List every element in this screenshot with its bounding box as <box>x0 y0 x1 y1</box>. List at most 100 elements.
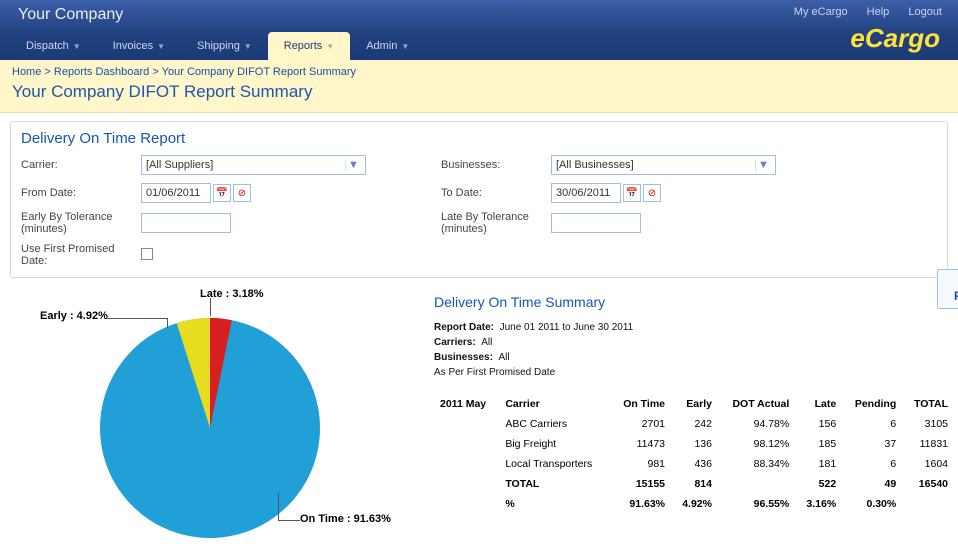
summary-table: 2011 May Carrier On Time Early DOT Actua… <box>434 394 954 514</box>
early-tol-input[interactable] <box>141 213 231 233</box>
company-name: Your Company <box>18 6 123 24</box>
col-ontime: On Time <box>611 394 671 414</box>
cell-carrier: Local Transporters <box>499 454 610 474</box>
cell-ontime: 2701 <box>611 414 671 434</box>
cell-early: 242 <box>671 414 718 434</box>
chevron-down-icon: ▼ <box>157 42 165 51</box>
nav-invoices[interactable]: Invoices▼ <box>97 32 181 60</box>
breadcrumb: Home > Reports Dashboard > Your Company … <box>12 66 946 78</box>
link-my-ecargo[interactable]: My eCargo <box>794 6 848 18</box>
to-date-group: 30/06/2011 📅 ⊘ <box>551 183 791 203</box>
cell-ontime: 981 <box>611 454 671 474</box>
col-late: Late <box>795 394 842 414</box>
cell-early: 136 <box>671 434 718 454</box>
content-area: Late : 3.18% Early : 4.92% On Time : 91.… <box>0 286 958 548</box>
chevron-down-icon: ▼ <box>345 159 361 171</box>
meta-label: Carriers: <box>434 337 476 348</box>
nav-label: Dispatch <box>26 40 69 52</box>
pie-svg <box>10 288 410 548</box>
cell-pending: 6 <box>842 454 902 474</box>
nav-dispatch[interactable]: Dispatch▼ <box>10 32 97 60</box>
link-help[interactable]: Help <box>867 6 890 18</box>
pie-label-early: Early : 4.92% <box>40 310 108 322</box>
clear-icon[interactable]: ⊘ <box>643 184 661 202</box>
summary-panel: Delivery On Time Summary Report Date: Ju… <box>434 288 954 548</box>
crumb-dashboard[interactable]: Reports Dashboard <box>54 66 149 78</box>
chevron-down-icon: ▼ <box>326 42 334 51</box>
cell-pending: 37 <box>842 434 902 454</box>
crumb-sep: > <box>152 66 158 78</box>
cell-total: 1604 <box>902 454 954 474</box>
summary-meta: Report Date: June 01 2011 to June 30 201… <box>434 320 954 380</box>
to-date-input[interactable]: 30/06/2011 <box>551 183 621 203</box>
meta-value: All <box>481 337 492 348</box>
nav-shipping[interactable]: Shipping ▼ <box>181 32 268 60</box>
top-bar: Your Company My eCargo Help Logout Dispa… <box>0 0 958 60</box>
calendar-icon[interactable]: 📅 <box>213 184 231 202</box>
leader-line <box>278 493 279 521</box>
meta-label: Businesses: <box>434 352 493 363</box>
leader-line <box>167 318 168 328</box>
clear-icon[interactable]: ⊘ <box>233 184 251 202</box>
cell-ontime: 91.63% <box>611 494 671 514</box>
cell-carrier: Big Freight <box>499 434 610 454</box>
summary-title: Delivery On Time Summary <box>434 294 954 310</box>
logo-e: e <box>850 23 864 53</box>
col-early: Early <box>671 394 718 414</box>
use-first-label: Use First Promised Date: <box>21 243 141 267</box>
cell-dot: 94.78% <box>718 414 795 434</box>
leader-line <box>106 318 168 319</box>
chevron-down-icon: ▼ <box>401 42 409 51</box>
period-header: 2011 May <box>434 394 499 414</box>
cell-pending: 6 <box>842 414 902 434</box>
early-tol-label: Early By Tolerance (minutes) <box>21 211 141 235</box>
meta-label: Report Date: <box>434 322 494 333</box>
carrier-select[interactable]: [All Suppliers] ▼ <box>141 155 366 175</box>
cell-label: % <box>499 494 610 514</box>
cell-total: 11831 <box>902 434 954 454</box>
cell-label: TOTAL <box>499 474 610 494</box>
calendar-icon[interactable]: 📅 <box>623 184 641 202</box>
link-logout[interactable]: Logout <box>908 6 942 18</box>
cell-late: 522 <box>795 474 842 494</box>
chevron-down-icon: ▼ <box>244 42 252 51</box>
cell-early: 436 <box>671 454 718 474</box>
panel-title: Delivery On Time Report <box>21 130 937 147</box>
crumb-sep: > <box>44 66 50 78</box>
nav-label: Admin <box>366 40 397 52</box>
cell-total <box>902 494 954 514</box>
pie-label-ontime: On Time : 91.63% <box>300 513 391 525</box>
cell-early: 814 <box>671 474 718 494</box>
filter-panel: Delivery On Time Report Carrier: [All Su… <box>10 121 948 278</box>
breadcrumb-bar: Home > Reports Dashboard > Your Company … <box>0 60 958 113</box>
nav-admin[interactable]: Admin ▼ <box>350 32 425 60</box>
pie-chart: Late : 3.18% Early : 4.92% On Time : 91.… <box>10 288 410 548</box>
table-header-row: 2011 May Carrier On Time Early DOT Actua… <box>434 394 954 414</box>
table-total-row: TOTAL 15155 814 522 49 16540 <box>434 474 954 494</box>
from-date-input[interactable]: 01/06/2011 <box>141 183 211 203</box>
leader-line <box>278 520 300 521</box>
col-carrier: Carrier <box>499 394 610 414</box>
ecargo-logo: eCargo <box>850 23 940 54</box>
cell-late: 181 <box>795 454 842 474</box>
cell-dot: 88.34% <box>718 454 795 474</box>
use-first-checkbox[interactable] <box>141 248 153 260</box>
carrier-label: Carrier: <box>21 159 141 171</box>
nav-reports[interactable]: Reports▼ <box>268 32 350 60</box>
business-label: Businesses: <box>441 159 551 171</box>
crumb-home[interactable]: Home <box>12 66 41 78</box>
business-select[interactable]: [All Businesses] ▼ <box>551 155 776 175</box>
nav-label: Shipping <box>197 40 240 52</box>
crumb-current[interactable]: Your Company DIFOT Report Summary <box>162 66 356 78</box>
top-links: My eCargo Help Logout <box>778 6 942 18</box>
col-pending: Pending <box>842 394 902 414</box>
to-date-label: To Date: <box>441 187 551 199</box>
meta-value: All <box>498 352 509 363</box>
to-date-value: 30/06/2011 <box>556 187 610 199</box>
chevron-down-icon: ▼ <box>755 159 771 171</box>
late-tol-input[interactable] <box>551 213 641 233</box>
from-date-value: 01/06/2011 <box>146 187 200 199</box>
cell-early: 4.92% <box>671 494 718 514</box>
view-report-button[interactable]: View Report <box>937 269 958 309</box>
page-title: Your Company DIFOT Report Summary <box>12 82 946 102</box>
